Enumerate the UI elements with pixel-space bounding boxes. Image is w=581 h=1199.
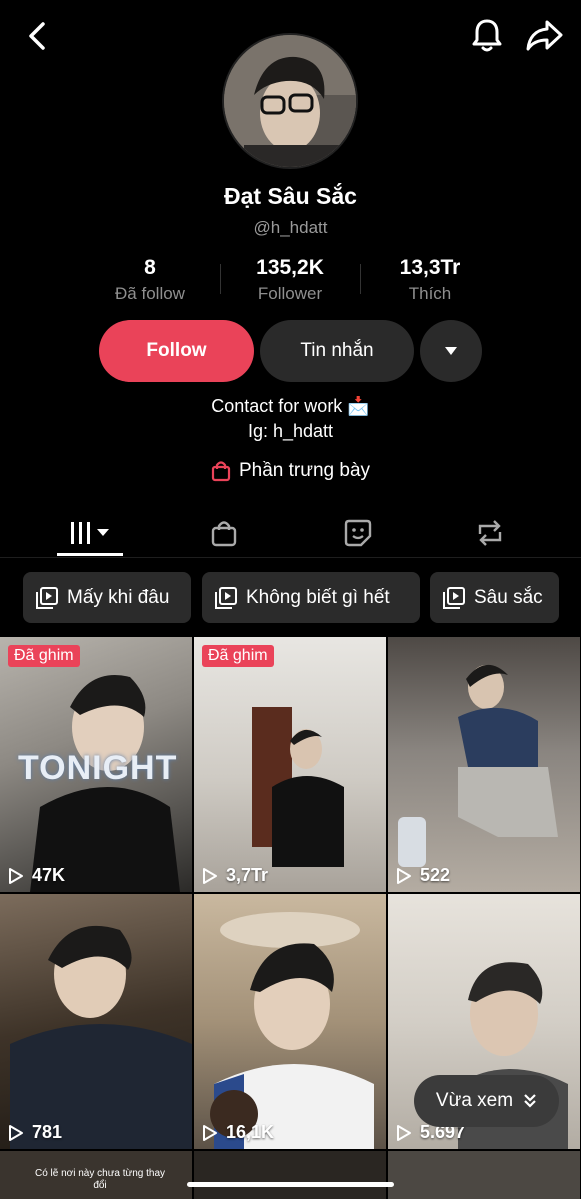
view-count-value: 522 (420, 865, 451, 885)
bio-line-1: Contact for work 📩 (211, 396, 370, 416)
stat-followers-value: 135,2K (256, 256, 324, 279)
double-chevron-down-icon (524, 1094, 536, 1108)
view-count: 47K (8, 865, 65, 886)
video-thumbnail[interactable] (388, 1151, 580, 1199)
view-count-value: 16,1K (226, 1122, 275, 1142)
bio-line-2: Ig: h_hdatt (247, 421, 334, 441)
pinned-badge: Đã ghim (8, 645, 80, 667)
play-icon (397, 1124, 411, 1141)
stat-following-value: 8 (144, 256, 156, 279)
sticker-face-icon (344, 519, 372, 547)
recently-watched-button[interactable]: Vừa xem (414, 1075, 559, 1127)
active-tab-indicator (57, 553, 123, 556)
playlist-label: Sâu sắc (474, 586, 543, 608)
pinned-badge: Đã ghim (202, 645, 274, 667)
view-count: 522 (396, 865, 450, 886)
follow-button[interactable]: Follow (99, 320, 254, 382)
tab-reposts[interactable] (461, 508, 519, 558)
recently-watched-label: Vừa xem (435, 1090, 514, 1111)
profile-name: Đạt Sâu Sắc (224, 183, 357, 209)
more-options-button[interactable] (420, 320, 482, 382)
video-caption-text: Có lẽ nơi này chưa từng thay đổi (34, 1168, 165, 1191)
video-thumbnail[interactable]: Đã ghim 3,7Tr (194, 637, 386, 892)
stats-row: 8 Đã follow 135,2K Follower 13,3Tr Thích (80, 256, 500, 312)
message-button[interactable]: Tin nhắn (260, 320, 414, 382)
stat-followers[interactable]: 135,2K Follower (220, 256, 360, 312)
playlist-row: Mấy khi đâu Không biết gì hết Sâu sắc (0, 572, 581, 624)
playlist-chip[interactable]: Sâu sắc (430, 572, 559, 623)
view-count-value: 47K (32, 865, 66, 885)
playlist-chip[interactable]: Không biết gì hết (202, 572, 420, 623)
showcase-label: Phần trưng bày (238, 460, 371, 481)
view-count: 3,7Tr (202, 865, 268, 886)
stat-likes[interactable]: 13,3Tr Thích (360, 256, 500, 312)
play-icon (397, 867, 411, 884)
profile-handle: @h_hdatt (253, 218, 328, 237)
caret-down-icon (445, 347, 457, 355)
stat-divider (220, 264, 221, 294)
video-thumbnail[interactable]: 522 (388, 637, 580, 892)
grid-videos-icon (71, 522, 109, 544)
play-icon (203, 867, 217, 884)
video-overlay-text: TONIGHT (18, 749, 178, 787)
playlist-icon (443, 586, 465, 609)
stat-following[interactable]: 8 Đã follow (80, 256, 220, 312)
stat-following-label: Đã follow (115, 284, 185, 303)
view-count: 781 (8, 1122, 62, 1143)
play-icon (9, 867, 23, 884)
bio: Contact for work 📩 Ig: h_hdatt (0, 394, 581, 444)
bell-icon[interactable] (466, 14, 508, 56)
tab-favorites[interactable] (329, 508, 387, 558)
shopping-bag-outline-icon (211, 521, 237, 547)
stat-likes-label: Thích (408, 284, 452, 303)
tab-videos[interactable] (57, 508, 123, 558)
stat-followers-label: Follower (257, 284, 323, 303)
content-tabs (0, 508, 581, 558)
avatar[interactable] (222, 33, 358, 169)
back-arrow-icon[interactable] (18, 16, 58, 56)
playlist-label: Không biết gì hết (246, 586, 390, 608)
video-thumbnail[interactable]: 16,1K (194, 894, 386, 1149)
share-icon[interactable] (522, 14, 566, 56)
playlist-icon (215, 586, 237, 609)
play-icon (203, 1124, 217, 1141)
repost-icon (478, 520, 502, 546)
tab-shop[interactable] (195, 508, 253, 558)
stat-divider (360, 264, 361, 294)
playlist-icon (36, 586, 58, 609)
view-count-value: 3,7Tr (226, 865, 269, 885)
video-thumbnail[interactable]: 781 (0, 894, 192, 1149)
shopping-bag-icon (211, 461, 231, 482)
view-count: 16,1K (202, 1122, 274, 1143)
video-thumbnail[interactable] (194, 1151, 386, 1199)
stat-likes-value: 13,3Tr (399, 256, 461, 279)
play-icon (9, 1124, 23, 1141)
showcase-link[interactable]: Phần trưng bày (0, 460, 581, 482)
home-indicator[interactable] (187, 1182, 394, 1187)
view-count-value: 781 (32, 1122, 63, 1142)
video-thumbnail[interactable]: Đã ghim TONIGHT 47K (0, 637, 192, 892)
playlist-chip[interactable]: Mấy khi đâu (23, 572, 191, 623)
playlist-label: Mấy khi đâu (67, 586, 170, 608)
